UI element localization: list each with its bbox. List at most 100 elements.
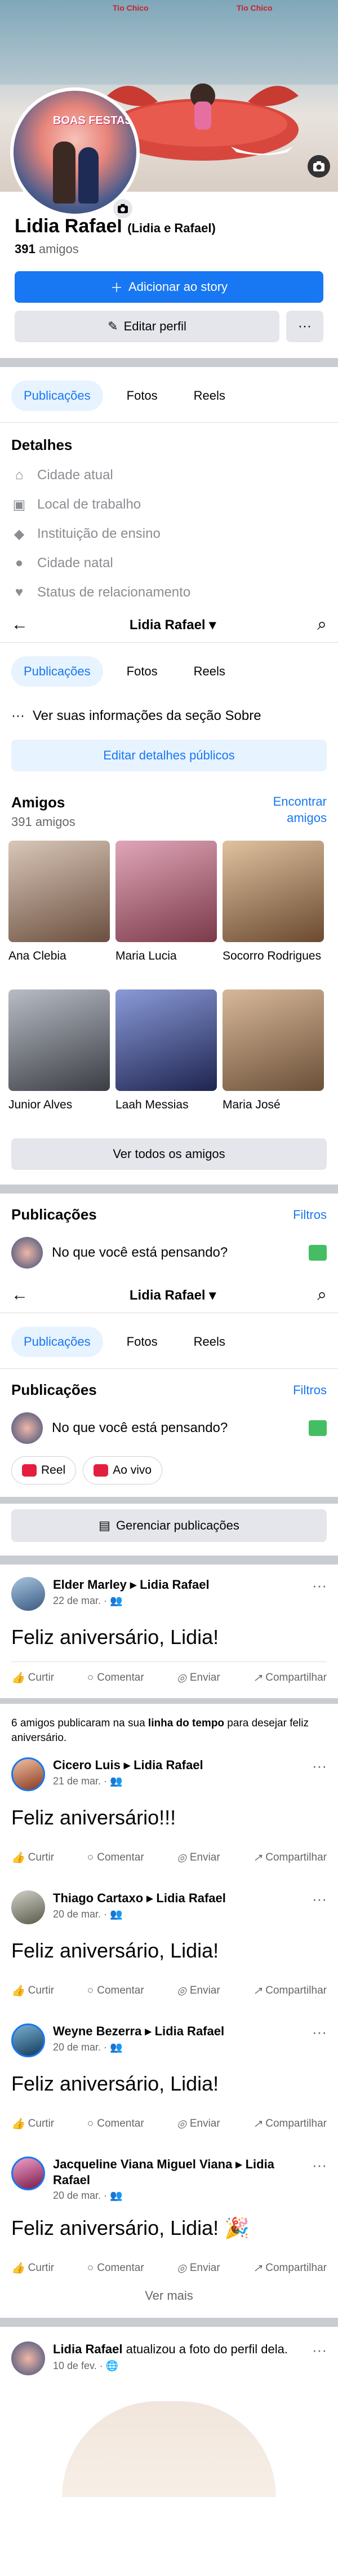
tab-reels[interactable]: Reels [181,1327,238,1357]
sticky-title[interactable]: Lidia Rafael ▾ [130,1287,216,1304]
detail-hometown[interactable]: ● Cidade natal [0,549,338,578]
profile-photo-preview[interactable] [62,2401,276,2498]
friend-card[interactable]: Socorro Rodrigues [223,841,324,982]
avatar[interactable] [11,1577,45,1611]
live-icon [94,1464,109,1477]
share-button[interactable]: ↗ Compartilhar [253,1851,327,1864]
post-more-icon[interactable]: ··· [312,1757,327,1775]
comment-button[interactable]: ○ Comentar [87,1984,144,1998]
avatar[interactable] [11,2341,45,2376]
friend-card[interactable]: Junior Alves [8,989,110,1130]
tab-fotos[interactable]: Fotos [114,656,170,687]
post-more-icon[interactable]: ··· [312,1890,327,1908]
comment-button[interactable]: ○ Comentar [87,1851,144,1864]
avatar-camera-icon[interactable] [112,197,134,220]
cover-camera-icon[interactable] [308,155,330,178]
more-options-button[interactable]: ··· [286,311,323,342]
whatsapp-icon: ◎ [177,2262,186,2274]
friends-count[interactable]: 391 amigos [15,242,323,257]
about-link[interactable]: ··· Ver suas informações da seção Sobre [0,698,338,734]
share-button[interactable]: ↗ Compartilhar [253,2261,327,2275]
friend-photo [8,989,110,1091]
reel-button[interactable]: Reel [11,1456,77,1484]
photo-icon[interactable] [309,1420,327,1436]
friend-card[interactable]: Maria Lucia [115,841,217,982]
send-button[interactable]: ◎ Enviar [177,1984,220,1998]
post-time[interactable]: 22 de mar. · 👥 [53,1595,304,1607]
search-icon[interactable]: ⌕ [317,615,327,634]
send-button[interactable]: ◎ Enviar [177,1851,220,1864]
tab-fotos[interactable]: Fotos [114,381,170,411]
avatar[interactable] [11,1757,45,1792]
edit-profile-button[interactable]: ✎ Editar perfil [15,311,279,342]
like-button[interactable]: 👍 Curtir [11,1851,54,1864]
send-button[interactable]: ◎ Enviar [177,1671,220,1685]
filters-link[interactable]: Filtros [293,1383,327,1398]
avatar[interactable] [11,1890,45,1925]
friend-card[interactable]: Ana Clebia [8,841,110,982]
friend-name: Junior Alves [8,1098,73,1111]
profile-tabs-sticky: Publicações Fotos Reels [0,1313,338,1368]
timeline-link[interactable]: linha do tempo [148,1717,224,1729]
composer[interactable]: No que você está pensando? [0,1231,338,1278]
back-arrow-icon[interactable]: ← [11,1285,28,1305]
share-button[interactable]: ↗ Compartilhar [253,1671,327,1685]
comment-button[interactable]: ○ Comentar [87,2117,144,2131]
filters-link[interactable]: Filtros [293,1208,327,1222]
tab-reels[interactable]: Reels [181,381,238,411]
find-friends-link[interactable]: Encontrar amigos [259,794,327,829]
post-time[interactable]: 20 de mar. · 👥 [53,2042,304,2053]
tab-reels[interactable]: Reels [181,656,238,687]
like-button[interactable]: 👍 Curtir [11,1984,54,1998]
avatar[interactable] [11,2157,45,2191]
comment-button[interactable]: ○ Comentar [87,1671,144,1685]
post-more-icon[interactable]: ··· [312,2023,327,2041]
post-author[interactable]: Jacqueline Viana Miguel Viana ▸ Lidia Ra… [53,2157,304,2188]
tab-publicacoes[interactable]: Publicações [11,381,103,411]
share-button[interactable]: ↗ Compartilhar [253,1984,327,1998]
detail-workplace[interactable]: ▣ Local de trabalho [0,490,338,519]
photo-icon[interactable] [309,1245,327,1261]
share-button[interactable]: ↗ Compartilhar [253,2117,327,2131]
manage-posts-button[interactable]: ▤ Gerenciar publicações [11,1509,327,1542]
post-time[interactable]: 20 de mar. · 👥 [53,1908,304,1920]
avatar[interactable] [11,2023,45,2058]
detail-school[interactable]: ◆ Instituição de ensino [0,519,338,549]
like-button[interactable]: 👍 Curtir [11,2117,54,2131]
composer-prompt[interactable]: No que você está pensando? [52,1420,300,1436]
tab-publicacoes[interactable]: Publicações [11,656,103,687]
post-more-icon[interactable]: ··· [312,2341,327,2375]
post-author[interactable]: Weyne Bezerra ▸ Lidia Rafael [53,2023,304,2039]
post-author[interactable]: Thiago Cartaxo ▸ Lidia Rafael [53,1890,304,1906]
back-arrow-icon[interactable]: ← [11,615,28,634]
composer[interactable]: No que você está pensando? [0,1407,338,1453]
post-time[interactable]: 21 de mar. · 👥 [53,1775,304,1787]
detail-current-city[interactable]: ⌂ Cidade atual [0,461,338,490]
post-author[interactable]: Elder Marley ▸ Lidia Rafael [53,1577,304,1593]
composer-prompt[interactable]: No que você está pensando? [52,1245,300,1261]
tab-publicacoes[interactable]: Publicações [11,1327,103,1357]
post-time[interactable]: 10 de fev. · 🌐 [53,2360,304,2372]
post-more-icon[interactable]: ··· [312,1577,327,1594]
see-all-friends-button[interactable]: Ver todos os amigos [11,1138,327,1170]
add-story-button[interactable]: ＋ Adicionar ao story [15,271,323,303]
comment-button[interactable]: ○ Comentar [87,2261,144,2275]
search-icon[interactable]: ⌕ [317,1285,327,1305]
comment-icon: ○ [87,2262,94,2274]
edit-public-details-button[interactable]: Editar detalhes públicos [11,740,327,771]
tab-fotos[interactable]: Fotos [114,1327,170,1357]
like-button[interactable]: 👍 Curtir [11,2261,54,2275]
detail-relationship[interactable]: ♥ Status de relacionamento [0,578,338,607]
post-author[interactable]: Cicero Luis ▸ Lidia Rafael [53,1757,304,1773]
friend-card[interactable]: Laah Messias [115,989,217,1130]
see-more-link[interactable]: Ver mais [0,2288,338,2318]
update-author[interactable]: Lidia Rafael [53,2342,122,2356]
like-button[interactable]: 👍 Curtir [11,1671,54,1685]
send-button[interactable]: ◎ Enviar [177,2261,220,2275]
live-button[interactable]: Ao vivo [83,1456,163,1484]
send-button[interactable]: ◎ Enviar [177,2117,220,2131]
sticky-title[interactable]: Lidia Rafael ▾ [130,617,216,633]
post-time[interactable]: 20 de mar. · 👥 [53,2190,304,2202]
post-more-icon[interactable]: ··· [312,2157,327,2174]
friend-card[interactable]: Maria José [223,989,324,1130]
